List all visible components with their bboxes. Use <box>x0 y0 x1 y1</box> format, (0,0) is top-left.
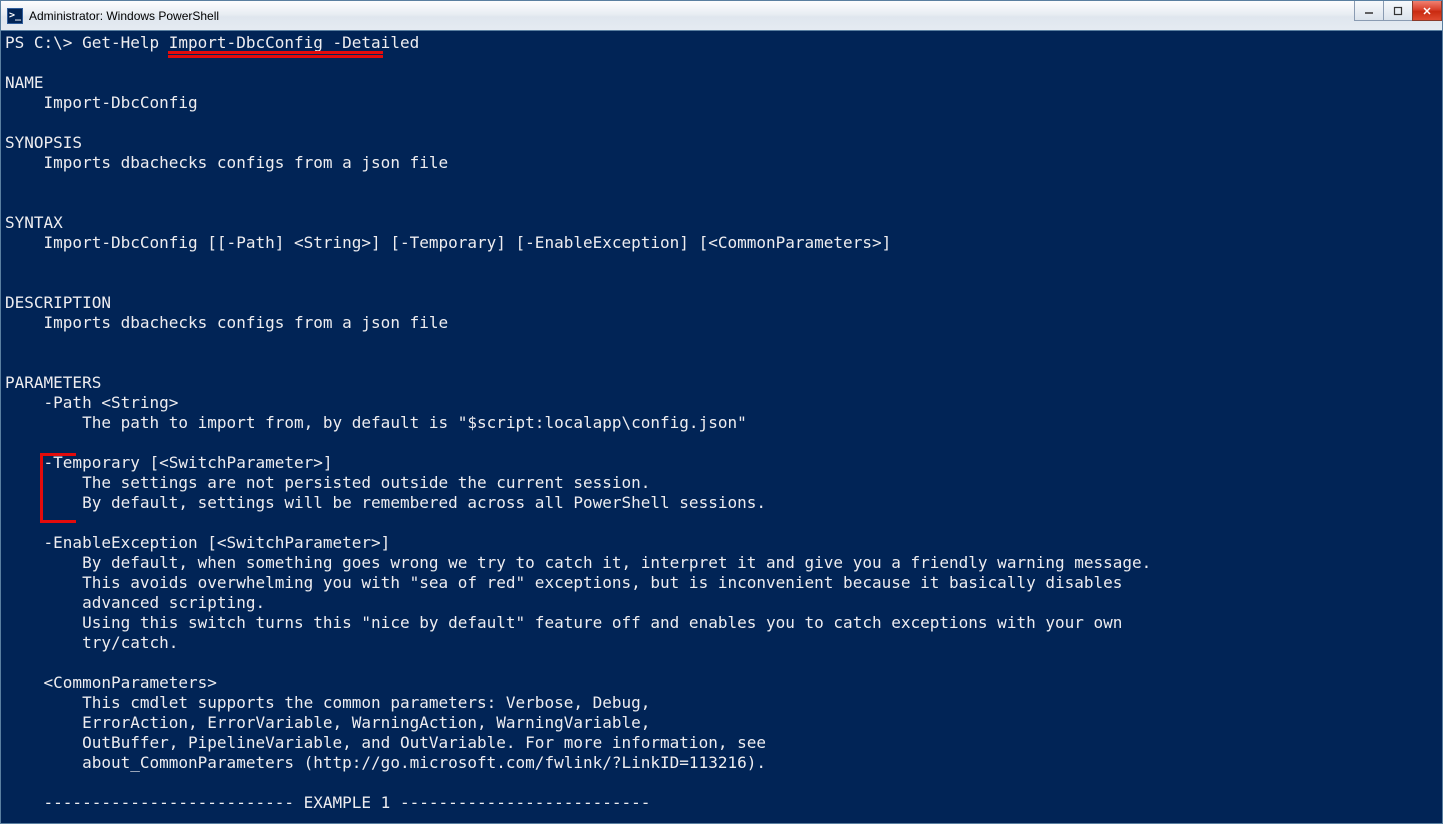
param-path-desc: The path to import from, by default is "… <box>5 413 747 432</box>
commonparameters-desc-1: This cmdlet supports the common paramete… <box>5 693 650 712</box>
param-temporary-desc-1: The settings are not persisted outside t… <box>5 473 650 492</box>
section-header-name: NAME <box>5 73 44 92</box>
param-enableexception-desc-1: By default, when something goes wrong we… <box>5 553 1151 572</box>
close-icon <box>1422 6 1432 16</box>
param-enableexception-desc-4: Using this switch turns this "nice by de… <box>5 613 1122 632</box>
app-window: >_ Administrator: Windows PowerShell PS … <box>0 0 1443 824</box>
synopsis-value: Imports dbachecks configs from a json fi… <box>5 153 448 172</box>
minimize-icon <box>1364 6 1374 16</box>
annotation-underline-wave-icon <box>168 54 383 58</box>
commonparameters-desc-3: OutBuffer, PipelineVariable, and OutVari… <box>5 733 766 752</box>
param-path-name: -Path <String> <box>5 393 178 412</box>
minimize-button[interactable] <box>1354 1 1384 21</box>
syntax-value: Import-DbcConfig [[-Path] <String>] [-Te… <box>5 233 891 252</box>
section-header-syntax: SYNTAX <box>5 213 63 232</box>
section-header-synopsis: SYNOPSIS <box>5 133 82 152</box>
param-temporary-desc-2: By default, settings will be remembered … <box>5 493 766 512</box>
param-enableexception-name: -EnableException [<SwitchParameter>] <box>5 533 390 552</box>
commonparameters-desc-2: ErrorAction, ErrorVariable, WarningActio… <box>5 713 650 732</box>
commonparameters-desc-4: about_CommonParameters (http://go.micros… <box>5 753 766 772</box>
section-header-description: DESCRIPTION <box>5 293 111 312</box>
maximize-icon <box>1393 6 1403 16</box>
maximize-button[interactable] <box>1383 1 1413 21</box>
param-enableexception-desc-5: try/catch. <box>5 633 178 652</box>
prompt: PS C:\> <box>5 33 82 52</box>
annotation-bracket-icon <box>40 453 76 523</box>
example-header: -------------------------- EXAMPLE 1 ---… <box>5 793 650 812</box>
name-value: Import-DbcConfig <box>5 93 198 112</box>
window-controls <box>1355 1 1442 21</box>
param-enableexception-desc-3: advanced scripting. <box>5 593 265 612</box>
description-value: Imports dbachecks configs from a json fi… <box>5 313 448 332</box>
app-icon: >_ <box>7 8 23 24</box>
command-text: Get-Help Import-DbcConfig -Detailed <box>82 33 419 52</box>
close-button[interactable] <box>1412 1 1442 21</box>
section-header-parameters: PARAMETERS <box>5 373 101 392</box>
window-title: Administrator: Windows PowerShell <box>29 9 219 23</box>
commonparameters-name: <CommonParameters> <box>5 673 217 692</box>
terminal-pane[interactable]: PS C:\> Get-Help Import-DbcConfig -Detai… <box>1 31 1442 823</box>
titlebar[interactable]: >_ Administrator: Windows PowerShell <box>1 1 1442 31</box>
param-enableexception-desc-2: This avoids overwhelming you with "sea o… <box>5 573 1122 592</box>
